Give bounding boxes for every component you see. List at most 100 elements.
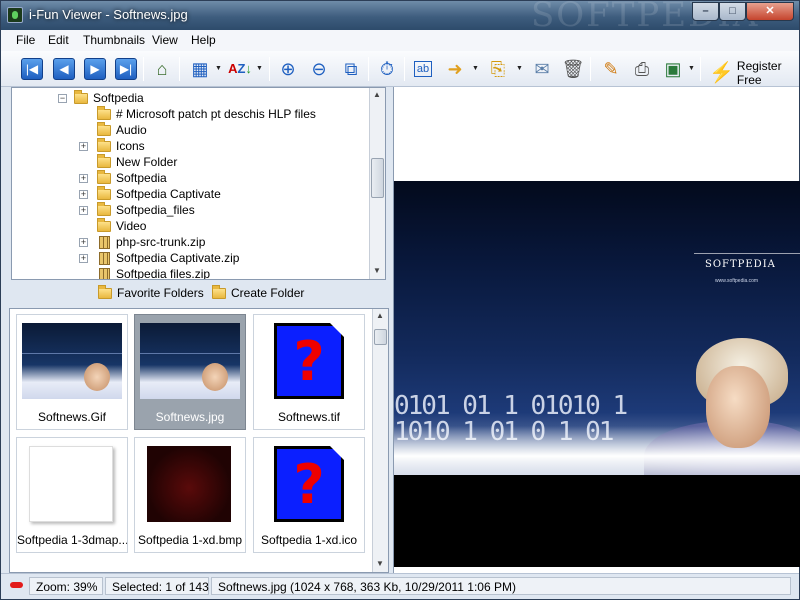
toolbar-separator (404, 57, 405, 81)
tree-item[interactable]: Icons (97, 137, 145, 154)
move-dropdown-icon[interactable]: ▼ (472, 65, 479, 72)
tree-item[interactable]: New Folder (97, 153, 177, 170)
zip-icon (99, 235, 110, 249)
menu-help[interactable]: Help (191, 33, 216, 47)
tree-item[interactable]: # Microsoft patch pt deschis HLP files (97, 105, 316, 122)
menu-view[interactable]: View (152, 33, 178, 47)
copy-dropdown-icon[interactable]: ▼ (516, 65, 523, 72)
expand-toggle[interactable]: + (79, 206, 88, 215)
folder-icon (97, 121, 111, 136)
thumbnail-scrollbar[interactable]: ▲ ▼ (372, 309, 388, 572)
tree-item[interactable]: Softpedia Captivate (97, 185, 221, 202)
preview-brand: SOFTPEDIA (705, 259, 776, 270)
register-button[interactable]: ⚡ Register Free (709, 59, 799, 87)
create-folder-button[interactable]: Create Folder (212, 284, 304, 300)
maximize-button[interactable]: □ (719, 2, 746, 21)
view-mode-icon[interactable]: ▦ (187, 56, 213, 82)
sort-icon[interactable]: AZ↓ (227, 56, 253, 82)
zoom-out-icon[interactable]: ⊖ (306, 56, 332, 82)
register-label: Register Free (736, 59, 782, 87)
timer-icon[interactable]: ⏱ (374, 56, 400, 82)
tree-item[interactable]: Softpedia (97, 169, 167, 186)
thumbnail-item[interactable]: ? Softnews.tif (253, 314, 365, 430)
folder-icon (97, 185, 111, 200)
tree-item[interactable]: Softpedia_files (97, 201, 195, 218)
expand-toggle[interactable]: + (79, 190, 88, 199)
expand-toggle[interactable]: + (79, 254, 88, 263)
close-button[interactable]: ✕ (746, 2, 794, 21)
wallpaper-icon[interactable]: ▣ (660, 56, 686, 82)
expand-toggle[interactable]: + (79, 174, 88, 183)
folder-icon (97, 217, 111, 232)
toolbar-separator (143, 57, 144, 81)
thumbnail-image (29, 446, 113, 522)
wallpaper-dropdown-icon[interactable]: ▼ (688, 65, 695, 72)
tree-item[interactable]: Softpedia Captivate.zip (99, 250, 239, 266)
last-icon[interactable]: ▶| (113, 56, 139, 82)
thumbnail-item[interactable]: Softnews.Gif (16, 314, 128, 430)
title-bar[interactable]: i-Fun Viewer - Softnews.jpg SOFTPEDIA – … (1, 0, 799, 35)
thumbnail-item[interactable]: Softpedia 1-3dmap... (16, 437, 128, 553)
unknown-format-icon: ? (259, 446, 359, 522)
zoom-in-icon[interactable]: ⊕ (275, 56, 301, 82)
fit-window-icon[interactable]: ⧉ (338, 56, 364, 82)
expand-toggle[interactable]: + (79, 238, 88, 247)
new-folder-icon (212, 284, 226, 299)
thumbnail-image (140, 323, 240, 399)
collapse-toggle[interactable]: − (58, 94, 67, 103)
menu-edit[interactable]: Edit (48, 33, 69, 47)
rename-icon[interactable]: ab (410, 56, 436, 82)
image-viewer[interactable]: SOFTPEDIA www.softpedia.com 0101 01 1 01… (393, 87, 800, 573)
folder-icon (97, 169, 111, 184)
favorite-folders-button[interactable]: Favorite Folders (98, 284, 204, 300)
toolbar: |◀ ◀ ▶ ▶| ⌂ ▦ ▼ AZ↓ ▼ ⊕ ⊖ ⧉ ⏱ ab ➜ ▼ ⎘ ▼… (1, 51, 799, 87)
toolbar-separator (590, 57, 591, 81)
menu-file[interactable]: File (16, 33, 35, 47)
scroll-up-icon[interactable]: ▲ (373, 90, 381, 99)
zip-icon (99, 267, 110, 279)
tree-scrollbar[interactable]: ▲ ▼ (369, 88, 385, 279)
next-icon[interactable]: ▶ (82, 56, 108, 82)
first-icon[interactable]: |◀ (19, 56, 45, 82)
scroll-down-icon[interactable]: ▼ (376, 559, 384, 568)
selection-status: Selected: 1 of 143 (105, 577, 209, 595)
folder-icon (97, 137, 111, 152)
minimize-button[interactable]: – (692, 2, 719, 21)
tree-item[interactable]: Audio (97, 121, 147, 138)
folder-tree: − Softpedia # Microsoft patch pt deschis… (11, 87, 386, 280)
slideshow-icon[interactable]: ⌂ (149, 56, 175, 82)
previous-icon[interactable]: ◀ (51, 56, 77, 82)
view-mode-dropdown-icon[interactable]: ▼ (215, 65, 222, 72)
tree-item[interactable]: Video (97, 217, 146, 234)
status-bar: Zoom: 39% Selected: 1 of 143 Softnews.jp… (1, 573, 799, 599)
tree-item[interactable]: Softpedia files.zip (99, 266, 210, 279)
menu-thumbnails[interactable]: Thumbnails (83, 33, 145, 47)
copy-icon[interactable]: ⎘ (485, 56, 511, 82)
expand-toggle[interactable]: + (79, 142, 88, 151)
folder-icon (97, 105, 111, 120)
thumbnail-item[interactable]: Softpedia 1-xd.bmp (134, 437, 246, 553)
light-flare (694, 253, 800, 254)
tree-item-root[interactable]: Softpedia (74, 89, 144, 106)
app-icon[interactable] (7, 7, 23, 23)
toolbar-separator (368, 57, 369, 81)
sort-dropdown-icon[interactable]: ▼ (256, 65, 263, 72)
error-indicator-icon[interactable] (10, 582, 23, 588)
edit-icon[interactable]: ✎ (598, 56, 624, 82)
folder-actions-bar: Favorite Folders Create Folder (11, 283, 386, 305)
delete-icon[interactable]: 🗑 (560, 56, 586, 82)
thumbnail-item-selected[interactable]: Softnews.jpg (134, 314, 246, 430)
scroll-thumb[interactable] (371, 158, 384, 198)
print-icon[interactable]: ⎙ (629, 56, 655, 82)
left-panel: − Softpedia # Microsoft patch pt deschis… (1, 87, 392, 573)
scroll-down-icon[interactable]: ▼ (373, 266, 381, 275)
scroll-thumb[interactable] (374, 329, 387, 345)
folder-icon (74, 89, 88, 104)
zoom-status: Zoom: 39% (29, 577, 103, 595)
tree-item[interactable]: php-src-trunk.zip (99, 234, 205, 250)
move-icon[interactable]: ➜ (442, 56, 468, 82)
email-icon[interactable]: ✉ (529, 56, 555, 82)
thumbnail-item[interactable]: ? Softpedia 1-xd.ico (253, 437, 365, 553)
window-title: i-Fun Viewer - Softnews.jpg (29, 7, 188, 22)
scroll-up-icon[interactable]: ▲ (376, 311, 384, 320)
